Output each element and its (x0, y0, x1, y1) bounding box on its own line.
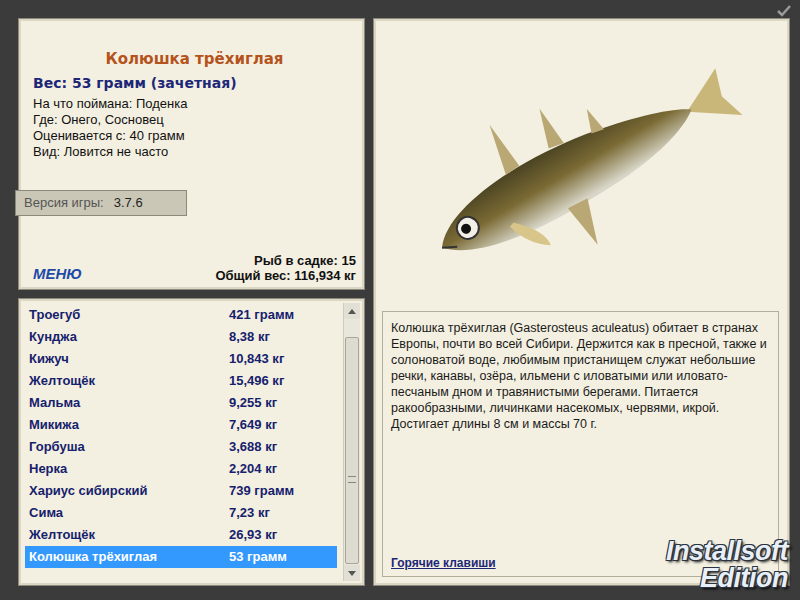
detail-line: На что поймана: Поденка (33, 96, 356, 112)
fish-card: Колюшка трёхиглая (Gasterosteus aculeatu… (373, 18, 790, 586)
fish-name: Кижуч (29, 349, 229, 369)
fish-weight: Вес: 53 грамм (зачетная) (33, 73, 356, 93)
fish-picture (382, 25, 779, 311)
fish-name: Нерка (29, 459, 229, 479)
fish-weight: 53 грамм (229, 547, 287, 567)
fish-name: Микижа (29, 415, 229, 435)
catch-rows: Троегуб421 граммКунджа8,38 кгКижуч10,843… (23, 303, 343, 581)
catch-row[interactable]: Колюшка трёхиглая53 грамм (25, 546, 337, 568)
fish-weight: 8,38 кг (229, 327, 270, 347)
fish-weight: 2,204 кг (229, 459, 277, 479)
catch-row[interactable]: Кижуч10,843 кг (25, 348, 337, 370)
scrollbar[interactable] (343, 303, 360, 581)
fish-name: Колюшка трёхиглая (29, 547, 229, 567)
detail-line: Где: Онего, Сосновец (33, 112, 356, 128)
main-window: Колюшка трёхиглая Вес: 53 грамм (зачетна… (0, 0, 800, 600)
fish-icon (401, 48, 761, 288)
fish-weight: 739 грамм (229, 481, 294, 501)
total-line: Рыб в садке: 15 (215, 253, 356, 268)
version-tab: Версия игры: 3.7.6 (15, 190, 187, 216)
fish-weight: 9,255 кг (229, 393, 277, 413)
fish-weight: 7,649 кг (229, 415, 277, 435)
menu-link[interactable]: МЕНЮ (33, 265, 82, 283)
fish-name: Желтощёк (29, 525, 229, 545)
catch-row[interactable]: Хариус сибирский739 грамм (25, 480, 337, 502)
logo-line: Edition (666, 565, 788, 592)
fish-name: Кунджа (29, 327, 229, 347)
fish-name: Троегуб (29, 305, 229, 325)
installsoft-logo: InstallsoftEdition (666, 538, 788, 592)
logo-line: Installsoft (666, 538, 788, 565)
fish-weight: 26,93 кг (229, 525, 277, 545)
fish-weight: 7,23 кг (229, 503, 270, 523)
scroll-thumb[interactable] (345, 337, 359, 564)
hotkeys-link[interactable]: Горячие клавиши (391, 554, 768, 572)
catch-row[interactable]: Горбуша3,688 кг (25, 436, 337, 458)
total-line: Общий вес: 116,934 кг (215, 268, 356, 283)
catch-row[interactable]: Сима7,23 кг (25, 502, 337, 524)
fish-weight: 421 грамм (229, 305, 294, 325)
info-bottom: МЕНЮ Рыб в садке: 15Общий вес: 116,934 к… (33, 253, 356, 283)
catch-row[interactable]: Желтощёк26,93 кг (25, 524, 337, 546)
fish-details: На что поймана: ПоденкаГде: Онего, Сосно… (33, 96, 356, 160)
fish-name: Хариус сибирский (29, 481, 229, 501)
detail-line: Оценивается с: 40 грамм (33, 128, 356, 144)
fish-weight: 15,496 кг (229, 371, 284, 391)
scroll-up-icon[interactable] (344, 303, 360, 319)
description-box: Колюшка трёхиглая (Gasterosteus aculeatu… (382, 311, 779, 577)
catch-row[interactable]: Кунджа8,38 кг (25, 326, 337, 348)
left-column: Колюшка трёхиглая Вес: 53 грамм (зачетна… (18, 18, 365, 586)
fish-weight: 10,843 кг (229, 349, 284, 369)
fish-info-panel: Колюшка трёхиглая Вес: 53 грамм (зачетна… (18, 18, 365, 290)
catch-row[interactable]: Нерка2,204 кг (25, 458, 337, 480)
fish-description: Колюшка трёхиглая (Gasterosteus aculeatu… (391, 320, 768, 432)
scroll-track[interactable] (344, 319, 360, 565)
grip-icon (348, 476, 356, 483)
catch-row[interactable]: Мальма9,255 кг (25, 392, 337, 414)
detail-line: Вид: Ловится не часто (33, 144, 356, 160)
close-check-icon[interactable] (776, 4, 792, 18)
catch-list: Троегуб421 граммКунджа8,38 кгКижуч10,843… (18, 298, 365, 586)
fish-name: Мальма (29, 393, 229, 413)
version-label: Версия игры: (24, 193, 104, 213)
catch-row[interactable]: Троегуб421 грамм (25, 304, 337, 326)
fish-name: Горбуша (29, 437, 229, 457)
fish-title: Колюшка трёхиглая (33, 49, 356, 69)
fish-weight: 3,688 кг (229, 437, 277, 457)
version-value: 3.7.6 (114, 193, 143, 213)
fish-name: Желтощёк (29, 371, 229, 391)
scroll-down-icon[interactable] (344, 565, 360, 581)
catch-row[interactable]: Желтощёк15,496 кг (25, 370, 337, 392)
fish-name: Сима (29, 503, 229, 523)
totals: Рыб в садке: 15Общий вес: 116,934 кг (215, 253, 356, 283)
catch-row[interactable]: Микижа7,649 кг (25, 414, 337, 436)
